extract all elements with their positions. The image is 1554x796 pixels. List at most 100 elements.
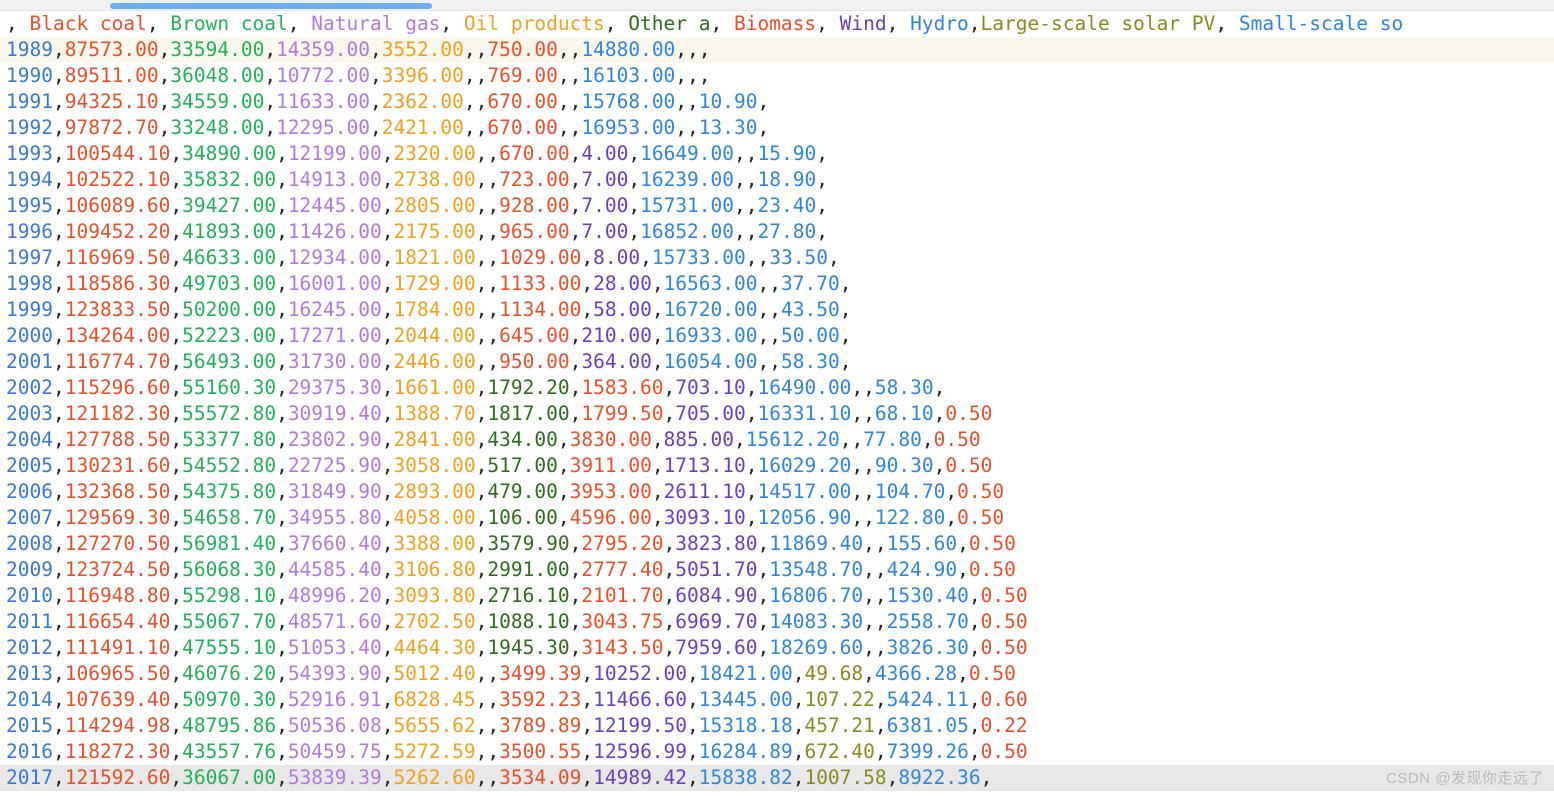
cell-r9-c7: 28.00: [593, 272, 652, 295]
csv-data-row[interactable]: 1991,94325.10,34559.00,11633.00,2362.00,…: [0, 89, 1554, 115]
cell-r20-c3: 44585.40: [287, 558, 382, 581]
cell-r28-c9: 1007.58: [804, 766, 887, 789]
cell-r12-c2: 56493.00: [182, 350, 277, 373]
cell-r3-c10: 13.30: [698, 116, 758, 139]
comma-separator: ,: [475, 246, 488, 269]
comma-separator: ,: [651, 272, 664, 295]
cell-r5-c0: 1994: [6, 168, 53, 191]
comma-separator: ,: [276, 766, 288, 789]
column-header-4: Oil products: [452, 12, 605, 35]
cell-r21-c7: 6084.90: [675, 584, 758, 607]
horizontal-scrollbar-thumb[interactable]: [110, 3, 432, 9]
comma-separator: ,: [475, 90, 488, 113]
comma-separator: ,: [369, 38, 382, 61]
csv-data-row[interactable]: 2009,123724.50,56068.30,44585.40,3106.80…: [0, 557, 1554, 583]
csv-data-row[interactable]: 2002,115296.60,55160.30,29375.30,1661.00…: [0, 375, 1554, 401]
comma-separator: ,: [757, 350, 770, 373]
csv-text-area[interactable]: , Black coal, Brown coal, Natural gas, O…: [0, 11, 1554, 796]
comma-separator: ,: [874, 636, 887, 659]
csv-data-row[interactable]: 2012,111491.10,47555.10,51053.40,4464.30…: [0, 635, 1554, 661]
comma-separator: ,: [757, 532, 770, 555]
comma-separator: ,: [381, 350, 394, 373]
column-header-3: Natural gas: [299, 12, 441, 35]
csv-data-row[interactable]: 2003,121182.30,55572.80,30919.40,1388.70…: [0, 401, 1554, 427]
cell-r16-c1: 130231.60: [64, 454, 171, 477]
csv-data-row[interactable]: 2017,121592.60,36067.00,53839.39,5262.60…: [0, 765, 1554, 791]
csv-data-row[interactable]: 1995,106089.60,39427.00,12445.00,2805.00…: [0, 193, 1554, 219]
cell-r4-c8: 16649.00: [640, 142, 735, 165]
comma-separator: ,: [487, 714, 500, 737]
csv-data-row[interactable]: 2014,107639.40,50970.30,52916.91,6828.45…: [0, 687, 1554, 713]
cell-r1-c2: 36048.00: [170, 64, 265, 87]
cell-r1-c3: 10772.00: [276, 64, 370, 87]
cell-r15-c2: 53377.80: [182, 428, 277, 451]
csv-data-row[interactable]: 1997,116969.50,46633.00,12934.00,1821.00…: [0, 245, 1554, 271]
comma-separator: ,: [475, 506, 488, 529]
cell-r4-c6: 670.00: [499, 142, 570, 165]
cell-r28-c10: 8922.36: [898, 766, 981, 789]
cell-r28-c7: 14989.42: [593, 766, 688, 789]
comma-separator: ,: [863, 376, 875, 399]
comma-separator: ,: [276, 584, 288, 607]
comma-separator: ,: [569, 402, 582, 425]
csv-data-row[interactable]: 2015,114294.98,48795.86,50536.08,5655.62…: [0, 713, 1554, 739]
cell-r22-c11: 0.50: [980, 610, 1028, 633]
comma-separator: ,: [475, 714, 488, 737]
comma-separator: ,: [945, 480, 958, 503]
csv-data-row[interactable]: 2013,106965.50,46076.20,54393.90,5012.40…: [0, 661, 1554, 687]
cell-r21-c2: 55298.10: [182, 584, 277, 607]
csv-data-row[interactable]: 1989,87573.00,33594.00,14359.00,3552.00,…: [0, 37, 1554, 63]
comma-separator: ,: [968, 636, 981, 659]
cell-r28-c8: 15838.82: [698, 766, 793, 789]
comma-separator: ,: [557, 454, 570, 477]
csv-data-row[interactable]: 2004,127788.50,53377.80,23802.90,2841.00…: [0, 427, 1554, 453]
comma-separator: ,: [839, 350, 852, 373]
comma-separator: ,: [287, 12, 300, 35]
comma-separator: ,: [581, 662, 594, 685]
csv-data-row[interactable]: 1993,100544.10,34890.00,12199.00,2320.00…: [0, 141, 1554, 167]
cell-r26-c10: 6381.05: [886, 714, 969, 737]
comma-separator: ,: [381, 220, 394, 243]
comma-separator: ,: [52, 272, 65, 295]
cell-r15-c8: 15612.20: [745, 428, 840, 451]
comma-separator: ,: [475, 168, 488, 191]
comma-separator: ,: [734, 168, 746, 191]
comma-separator: ,: [475, 428, 488, 451]
comma-separator: ,: [381, 194, 394, 217]
comma-separator: ,: [933, 376, 946, 399]
comma-separator: ,: [276, 610, 288, 633]
cell-r15-c1: 127788.50: [64, 428, 171, 451]
cell-r23-c7: 7959.60: [675, 636, 758, 659]
cell-r22-c7: 6969.70: [675, 610, 758, 633]
horizontal-scrollbar-track[interactable]: [0, 0, 1554, 11]
cell-r13-c5: 1792.20: [487, 376, 570, 399]
comma-separator: ,: [745, 506, 758, 529]
csv-data-row[interactable]: 1996,109452.20,41893.00,11426.00,2175.00…: [0, 219, 1554, 245]
comma-separator: ,: [52, 298, 65, 321]
csv-data-row[interactable]: 1992,97872.70,33248.00,12295.00,2421.00,…: [0, 115, 1554, 141]
csv-data-row[interactable]: 2005,130231.60,54552.80,22725.90,3058.00…: [0, 453, 1554, 479]
csv-data-row[interactable]: 1998,118586.30,49703.00,16001.00,1729.00…: [0, 271, 1554, 297]
cell-r28-c4: 5262.60: [393, 766, 476, 789]
csv-data-row[interactable]: 2007,129569.30,54658.70,34955.80,4058.00…: [0, 505, 1554, 531]
cell-r2-c6: 670.00: [487, 90, 558, 113]
csv-data-row[interactable]: 2008,127270.50,56981.40,37660.40,3388.00…: [0, 531, 1554, 557]
csv-data-row[interactable]: 1994,102522.10,35832.00,14913.00,2738.00…: [0, 167, 1554, 193]
comma-separator: ,: [381, 766, 394, 789]
csv-data-row[interactable]: 2010,116948.80,55298.10,48996.20,3093.80…: [0, 583, 1554, 609]
comma-separator: ,: [1215, 12, 1228, 35]
comma-separator: ,: [440, 12, 453, 35]
csv-data-row[interactable]: 2000,134264.00,52223.00,17271.00,2044.00…: [0, 323, 1554, 349]
csv-data-row[interactable]: 2006,132368.50,54375.80,31849.90,2893.00…: [0, 479, 1554, 505]
cell-r0-c0: 1989: [6, 38, 53, 61]
csv-data-row[interactable]: 2001,116774.70,56493.00,31730.00,2446.00…: [0, 349, 1554, 375]
cell-r6-c1: 106089.60: [64, 194, 171, 217]
comma-separator: ,: [874, 740, 887, 763]
cell-r23-c4: 4464.30: [393, 636, 476, 659]
comma-separator: ,: [651, 350, 664, 373]
csv-data-row[interactable]: 2011,116654.40,55067.70,48571.60,2702.50…: [0, 609, 1554, 635]
csv-data-row[interactable]: 1990,89511.00,36048.00,10772.00,3396.00,…: [0, 63, 1554, 89]
csv-data-row[interactable]: 2016,118272.30,43557.76,50459.75,5272.59…: [0, 739, 1554, 765]
csv-data-row[interactable]: 1999,123833.50,50200.00,16245.00,1784.00…: [0, 297, 1554, 323]
comma-separator: ,: [170, 766, 183, 789]
